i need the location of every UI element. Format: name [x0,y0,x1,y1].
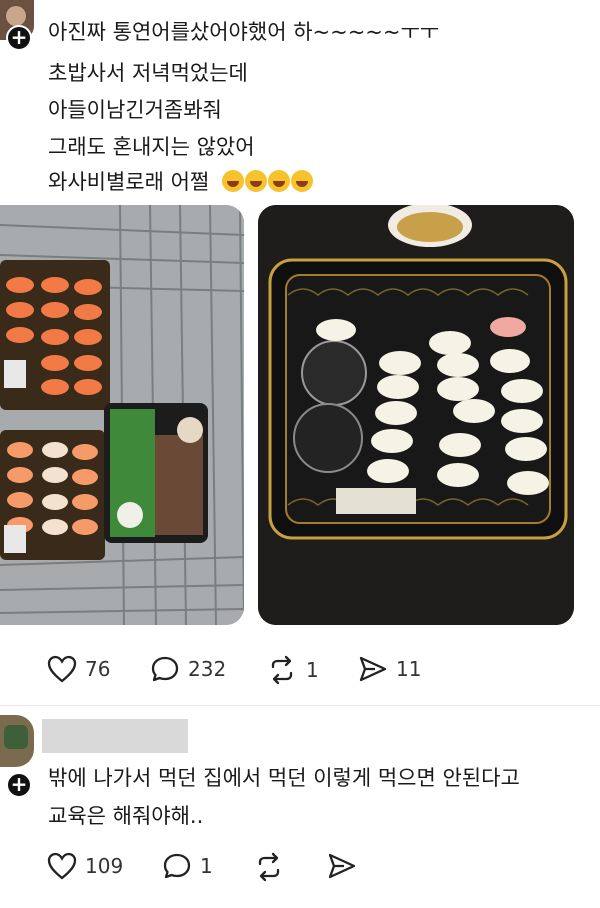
heart-icon [47,852,77,880]
reply-repost-button[interactable] [253,852,285,882]
leftover-rice-image [258,205,574,625]
post-comment-button[interactable]: 232 [150,655,226,683]
reply-follow-plus-icon[interactable]: + [6,772,32,798]
repost-arrows-icon [271,655,293,685]
send-icon [359,656,387,682]
post-repost-button[interactable]: 1 [266,655,319,685]
reply-username-redacted [42,719,188,753]
reply-like-button[interactable]: 109 [47,852,123,880]
post-text-line-3: 아들이남긴거좀봐줘 [48,98,222,122]
post-share-button[interactable]: 11 [358,655,421,683]
speech-bubble-icon [151,656,179,682]
post-text-line-5-text: 와사비별로래 어쩔 [48,170,210,194]
speech-bubble-icon [163,853,191,879]
reply-comment-count: 1 [200,854,213,878]
post-text-line-5: 와사비별로래 어쩔 [48,166,314,196]
post-photo-cart-sushi[interactable] [0,205,244,625]
send-icon [328,853,356,879]
post-divider [0,705,600,706]
post-comment-count: 232 [188,657,227,681]
post-photo-leftover-rice[interactable] [258,205,574,625]
post-text-line-4: 그래도 혼내지는 않았어 [48,135,255,159]
reply-comment-button[interactable]: 1 [162,852,213,880]
post-text-line-1: 아진짜 통연어를샀어야했어 하~~~~~ㅜㅜ [48,20,440,44]
post-like-count: 76 [85,657,111,681]
follow-plus-icon[interactable]: + [6,25,32,51]
post-like-button[interactable]: 76 [47,655,110,683]
reply-text-line-1: 밖에 나가서 먹던 집에서 먹던 이렇게 먹으면 안된다고 [48,766,520,790]
reply-text-line-2: 교육은 해줘야해.. [48,804,204,828]
heart-icon [47,655,77,683]
reply-share-button[interactable] [327,852,357,880]
post-share-count: 11 [396,657,422,681]
post-repost-count: 1 [306,658,319,682]
cart-sushi-image [0,205,244,625]
reply-like-count: 109 [85,854,124,878]
post-text-line-2: 초밥사서 저녁먹었는데 [48,61,248,85]
repost-arrows-icon [258,852,280,882]
laughing-emoji-group [221,170,314,194]
reply-author-avatar[interactable] [0,715,34,767]
